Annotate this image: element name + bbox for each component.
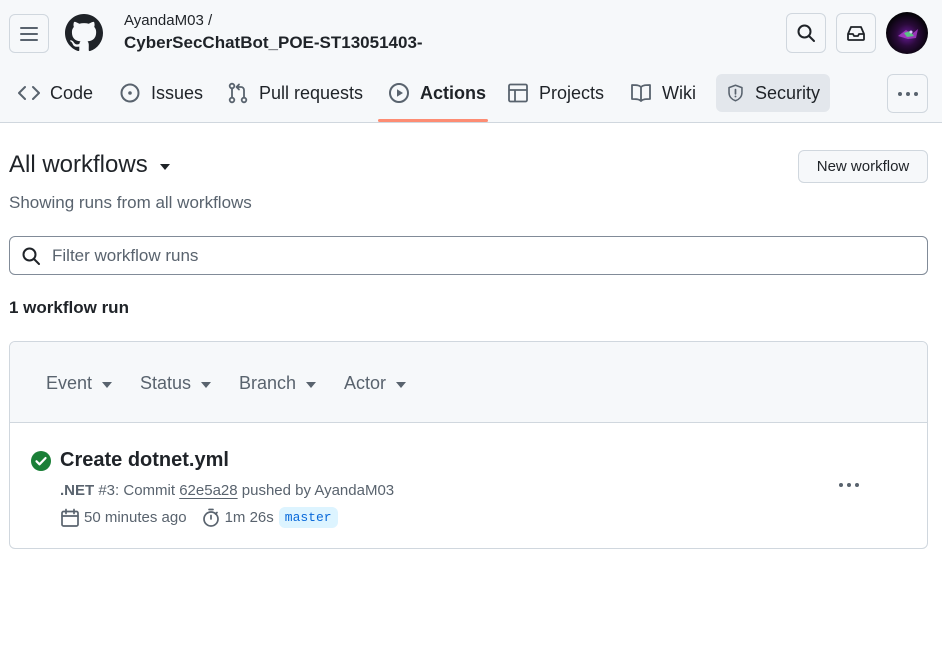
shield-icon — [728, 84, 743, 102]
workflows-dropdown[interactable]: All workflows — [9, 151, 170, 179]
play-icon — [389, 83, 409, 103]
tab-projects-label: Projects — [539, 82, 605, 103]
run-duration: 1m 26s — [224, 509, 274, 526]
filter-workflow-runs-input[interactable] — [52, 245, 892, 266]
commit-prefix: : Commit — [115, 482, 176, 499]
tab-wiki-label: Wiki — [662, 82, 696, 103]
tab-projects[interactable]: Projects — [497, 74, 614, 112]
filter-box[interactable] — [9, 236, 928, 275]
tab-wiki[interactable]: Wiki — [620, 74, 706, 112]
run-number: #3 — [98, 482, 116, 499]
run-time-ago: 50 minutes ago — [84, 509, 187, 526]
issue-icon — [120, 83, 140, 103]
search-button[interactable] — [786, 13, 826, 53]
caret-down-icon — [159, 163, 170, 170]
avatar[interactable] — [886, 12, 928, 54]
tab-code[interactable]: Code — [8, 74, 103, 112]
kebab-horizontal-icon — [897, 91, 918, 96]
actor-filter-label: Actor — [344, 373, 387, 393]
run-meta: .NET #3: Commit 62e5a28 pushed by Ayanda… — [60, 482, 394, 499]
run-count: 1 workflow run — [9, 298, 129, 317]
code-icon — [18, 86, 40, 100]
status-filter-dropdown[interactable]: Status — [140, 373, 212, 394]
avatar-image-icon — [898, 29, 918, 39]
search-icon — [797, 24, 815, 42]
book-icon — [631, 84, 651, 102]
repo-name-link[interactable]: CyberSecChatBot_POE-ST13051403- — [124, 33, 423, 53]
tab-actions-label: Actions — [420, 82, 487, 103]
page-title: All workflows — [9, 151, 148, 178]
event-filter-dropdown[interactable]: Event — [46, 373, 113, 394]
menu-button[interactable] — [9, 14, 49, 53]
tab-issues-label: Issues — [151, 82, 204, 103]
tab-actions[interactable]: Actions — [378, 74, 496, 112]
kebab-horizontal-icon — [839, 483, 859, 487]
event-filter-label: Event — [46, 373, 93, 393]
caret-down-icon — [396, 382, 407, 388]
inbox-button[interactable] — [836, 13, 876, 53]
run-options-button[interactable] — [834, 473, 864, 497]
repo-header: AyandaM03 / CyberSecChatBot_POE-ST130514… — [0, 0, 942, 123]
caret-down-icon — [201, 382, 212, 388]
tab-pull-requests-label: Pull requests — [259, 82, 364, 103]
page-subtitle: Showing runs from all workflows — [9, 193, 252, 212]
caret-down-icon — [102, 382, 113, 388]
branch-badge[interactable]: master — [278, 507, 338, 528]
more-tabs-button[interactable] — [887, 74, 928, 113]
stopwatch-icon — [202, 508, 219, 527]
run-title-link[interactable]: Create dotnet.yml — [60, 449, 229, 472]
workflow-name: .NET — [60, 482, 95, 499]
new-workflow-button[interactable]: New workflow — [798, 150, 928, 183]
active-tab-indicator — [378, 119, 488, 122]
repo-nav: Code Issues Pull requests Actions Projec… — [0, 74, 942, 122]
hamburger-icon — [20, 26, 38, 41]
tab-security[interactable]: Security — [716, 74, 830, 112]
tab-security-label: Security — [754, 82, 820, 103]
tab-code-label: Code — [50, 82, 94, 103]
filters-bar: Event Status Branch Actor — [10, 342, 927, 423]
check-circle-icon — [31, 451, 51, 471]
branch-filter-dropdown[interactable]: Branch — [239, 373, 317, 394]
branch-filter-label: Branch — [239, 373, 297, 393]
inbox-icon — [847, 26, 865, 41]
table-icon — [508, 83, 528, 103]
actor-filter-dropdown[interactable]: Actor — [344, 373, 407, 394]
github-logo-icon[interactable] — [65, 14, 103, 52]
pushed-by: pushed by AyandaM03 — [241, 482, 395, 499]
pull-request-icon — [228, 82, 248, 104]
workflow-runs-list: Event Status Branch Actor Create dotnet.… — [9, 341, 928, 549]
commit-sha-link[interactable]: 62e5a28 — [179, 482, 237, 499]
tab-issues[interactable]: Issues — [109, 74, 213, 112]
workflow-run-row[interactable]: Create dotnet.yml .NET #3: Commit 62e5a2… — [10, 423, 927, 548]
caret-down-icon — [306, 382, 317, 388]
repo-owner-link[interactable]: AyandaM03 / — [124, 12, 212, 29]
tab-pull-requests[interactable]: Pull requests — [217, 74, 373, 112]
run-details: 50 minutes ago 1m 26s master — [60, 507, 338, 528]
calendar-icon — [61, 508, 79, 527]
search-icon — [22, 247, 40, 265]
status-filter-label: Status — [140, 373, 192, 393]
